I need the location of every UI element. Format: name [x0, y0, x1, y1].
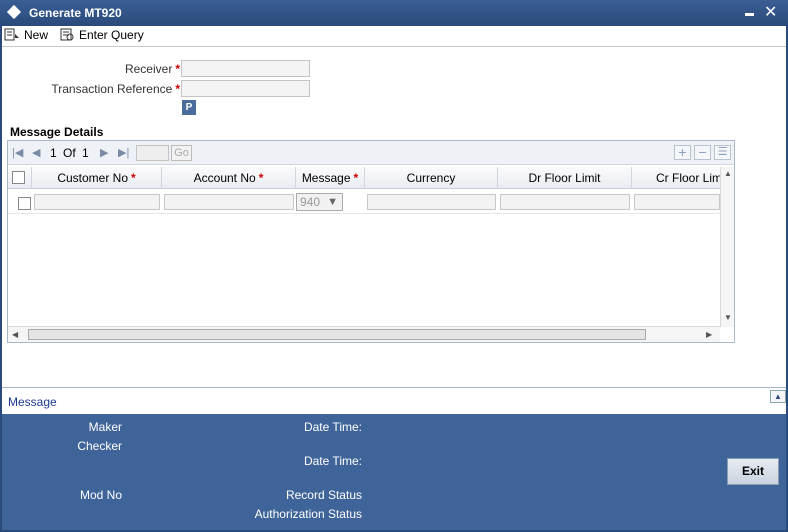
date-time-label: Date Time:: [303, 420, 362, 434]
required-marker: *: [131, 171, 136, 185]
exit-button[interactable]: Exit: [727, 458, 779, 485]
previous-page-icon[interactable]: ◀: [32, 146, 40, 159]
toolbar-divider: [2, 46, 786, 47]
row-checkbox[interactable]: [18, 197, 31, 210]
mod-no-label: Mod No: [79, 488, 122, 502]
title-bar: Generate MT920 ✕: [0, 0, 788, 26]
close-icon[interactable]: ✕: [764, 2, 777, 22]
vertical-scrollbar[interactable]: ▲ ▼: [720, 167, 734, 327]
view-rows-icon[interactable]: ☰: [714, 145, 731, 160]
scroll-down-icon[interactable]: ▼: [724, 313, 732, 322]
delete-row-icon[interactable]: −: [694, 145, 711, 160]
checker-label: Checker: [77, 439, 122, 453]
select-all-checkbox[interactable]: [12, 171, 25, 184]
add-row-icon[interactable]: +: [674, 145, 691, 160]
transaction-reference-label: Transaction Reference *: [10, 82, 180, 96]
header-select-cell: [8, 167, 32, 189]
record-status-label: Record Status: [285, 488, 362, 502]
header-currency: Currency: [365, 167, 498, 189]
window-title: Generate MT920: [29, 6, 122, 20]
required-marker: *: [175, 62, 180, 76]
enter-query-button[interactable]: Enter Query: [59, 28, 144, 42]
message-header-text: Message: [301, 171, 351, 185]
first-page-icon[interactable]: |◀: [12, 146, 23, 159]
horizontal-scroll-thumb[interactable]: [28, 329, 646, 340]
audit-footer: Maker Checker Mod No Date Time: Date Tim…: [2, 414, 786, 530]
grid-pagination-bar: |◀ ◀ 1 Of 1 ▶ ▶| Go + − ☰: [8, 141, 734, 165]
currency-input[interactable]: [367, 194, 496, 210]
new-button-label: New: [24, 28, 49, 42]
scroll-up-icon[interactable]: ▲: [724, 169, 732, 178]
date-time-label-2: Date Time:: [303, 454, 362, 468]
go-button[interactable]: Go: [171, 145, 192, 161]
account-no-header-text: Account No: [193, 171, 256, 185]
current-page: 1: [50, 146, 57, 160]
transaction-reference-input[interactable]: [181, 80, 310, 97]
message-details-title: Message Details: [10, 125, 104, 139]
transaction-reference-label-text: Transaction Reference: [51, 82, 173, 96]
authorization-status-label: Authorization Status: [254, 507, 362, 521]
message-link[interactable]: Message: [8, 395, 57, 409]
message-bar: Message ▲: [2, 387, 786, 414]
receiver-input[interactable]: [181, 60, 310, 77]
last-page-icon[interactable]: ▶|: [118, 146, 129, 159]
scroll-right-icon[interactable]: ▶: [706, 330, 712, 339]
receiver-label: Receiver *: [40, 62, 180, 76]
required-marker: *: [353, 171, 359, 185]
enter-query-button-label: Enter Query: [79, 28, 144, 42]
required-marker: *: [175, 82, 180, 96]
minimize-icon[interactable]: [745, 13, 754, 16]
new-icon: [4, 28, 19, 41]
header-customer-no: Customer No *: [32, 167, 162, 189]
receiver-label-text: Receiver: [124, 62, 173, 76]
expand-up-icon[interactable]: ▲: [770, 390, 786, 403]
grid-header-row: Customer No * Account No * Message * Curren…: [8, 167, 728, 189]
scroll-left-icon[interactable]: ◀: [12, 330, 18, 339]
header-account-no: Account No *: [162, 167, 296, 189]
message-select[interactable]: 940 ▼: [296, 193, 343, 211]
of-label: Of: [63, 146, 76, 160]
customer-no-header-text: Customer No: [57, 171, 128, 185]
message-select-value: 940: [300, 195, 321, 209]
page-number-input[interactable]: [136, 145, 169, 161]
toolbar: New Enter Query: [2, 26, 786, 46]
required-marker: *: [258, 171, 264, 185]
maker-label: Maker: [88, 420, 122, 434]
next-page-icon[interactable]: ▶: [100, 146, 108, 159]
cr-floor-limit-input[interactable]: [634, 194, 720, 210]
new-button[interactable]: New: [4, 28, 48, 42]
customer-no-input[interactable]: [34, 194, 160, 210]
enter-query-icon: [60, 28, 74, 41]
account-no-input[interactable]: [164, 194, 294, 210]
total-pages: 1: [82, 146, 89, 160]
table-row: 940 ▼: [8, 190, 728, 214]
header-cr-floor-limit: Cr Floor Limit: [656, 171, 729, 185]
header-dr-floor-limit: Dr Floor Limit: [498, 167, 632, 189]
horizontal-scrollbar[interactable]: ◀ ▶: [8, 326, 720, 342]
header-message: Message *: [296, 167, 365, 189]
p-button[interactable]: P: [182, 100, 196, 115]
message-details-grid: |◀ ◀ 1 Of 1 ▶ ▶| Go + − ☰ Customer No * A…: [7, 140, 735, 343]
chevron-down-icon: ▼: [327, 196, 338, 208]
window-diamond-icon: [6, 4, 22, 20]
dr-floor-limit-input[interactable]: [500, 194, 630, 210]
